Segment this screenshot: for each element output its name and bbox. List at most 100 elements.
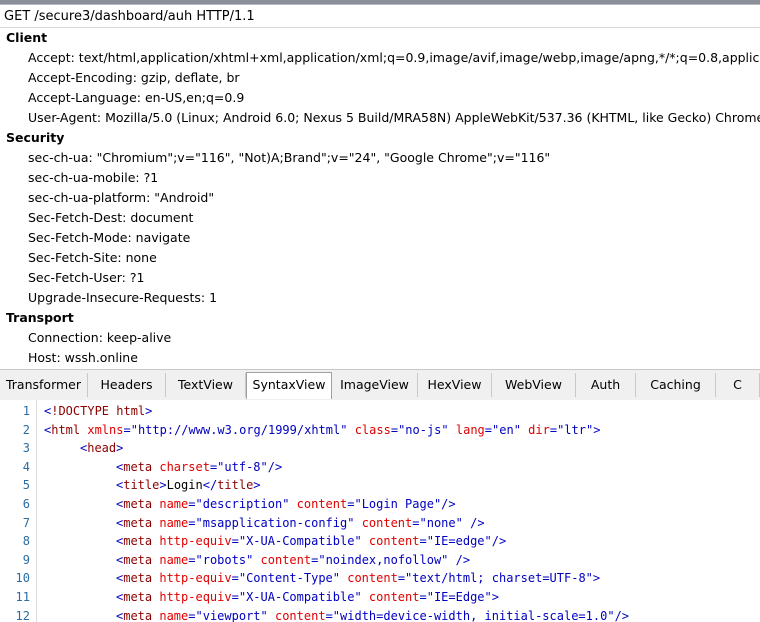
code-token: "X-UA-Compatible" xyxy=(238,534,362,549)
code-token: > xyxy=(145,404,153,418)
code-token: > xyxy=(253,478,261,493)
header-group-client[interactable]: Client xyxy=(0,28,760,48)
code-line[interactable]: <html xmlns="http://www.w3.org/1999/xhtm… xyxy=(44,421,600,439)
code-line[interactable]: <meta http-equiv="X-UA-Compatible" conte… xyxy=(116,532,506,550)
header-entry[interactable]: Connection: keep-alive xyxy=(0,328,760,348)
tab-caching[interactable]: Caching xyxy=(636,373,716,397)
code-token: /> xyxy=(455,552,471,567)
code-token: = xyxy=(412,515,420,530)
header-entry[interactable]: sec-ch-ua-platform: "Android" xyxy=(0,188,760,208)
line-number: 12 xyxy=(15,608,30,622)
tab-textview[interactable]: TextView xyxy=(166,373,246,397)
header-entry[interactable]: Accept: text/html,application/xhtml+xml,… xyxy=(0,48,760,68)
code-line[interactable]: <meta name="description" content="Login … xyxy=(116,495,456,513)
request-line[interactable]: GET /secure3/dashboard/auh HTTP/1.1 xyxy=(0,5,760,28)
code-line[interactable]: <meta name="msapplication-config" conten… xyxy=(116,514,485,532)
syntax-view-editor[interactable]: 1 2 3 4 5 6 7 8 9 10 11 12 <!DOCTYPE html> <html xml… xyxy=(0,400,760,622)
header-group-security[interactable]: Security xyxy=(0,128,760,148)
code-token: = xyxy=(549,422,558,437)
tab-auth[interactable]: Auth xyxy=(576,373,636,397)
code-token: "ltr" xyxy=(557,422,594,437)
code-token: > xyxy=(491,590,499,604)
tab-transformer[interactable]: Transformer xyxy=(0,373,88,397)
line-number: 1 xyxy=(22,404,30,418)
code-token: class xyxy=(354,422,391,437)
code-line[interactable]: <meta http-equiv="X-UA-Compatible" conte… xyxy=(116,588,499,606)
code-token: content xyxy=(368,534,420,549)
code-line[interactable]: <meta name="viewport" content="width=dev… xyxy=(116,607,629,622)
code-token: title xyxy=(217,478,254,493)
header-entry[interactable]: sec-ch-ua-mobile: ?1 xyxy=(0,168,760,188)
code-token: xmlns xyxy=(87,422,124,437)
code-token: = xyxy=(397,571,406,586)
header-entry[interactable]: Accept-Language: en-US,en;q=0.9 xyxy=(0,88,760,108)
code-line[interactable]: <meta name="robots" content="noindex,nof… xyxy=(116,551,470,569)
code-token: meta xyxy=(123,515,160,530)
line-number: 8 xyxy=(22,534,30,549)
tab-hexview[interactable]: HexView xyxy=(418,373,492,397)
code-line[interactable]: <title>Login</title> xyxy=(116,476,261,494)
code-token: content xyxy=(368,590,420,604)
line-number: 4 xyxy=(22,459,30,474)
code-token: /> xyxy=(267,459,283,474)
line-number: 6 xyxy=(22,497,30,511)
code-token: "X-UA-Compatible" xyxy=(238,590,362,604)
code-token: name xyxy=(159,497,189,511)
header-entry[interactable]: Sec-Fetch-Mode: navigate xyxy=(0,228,760,248)
request-headers-pane[interactable]: Client Accept: text/html,application/xhtm… xyxy=(0,28,760,368)
header-entry[interactable]: Sec-Fetch-Site: none xyxy=(0,248,760,268)
header-entry[interactable]: Upgrade-Insecure-Requests: 1 xyxy=(0,288,760,308)
code-token: = xyxy=(419,534,427,549)
code-token: "no-js" xyxy=(398,422,449,437)
code-token: /> xyxy=(491,534,507,549)
code-token: = xyxy=(231,571,239,586)
line-number: 5 xyxy=(22,478,30,493)
header-entry[interactable]: sec-ch-ua: "Chromium";v="116", "Not)A;Br… xyxy=(0,148,760,168)
code-line[interactable]: <!DOCTYPE html> xyxy=(44,402,152,420)
code-token: meta xyxy=(123,590,160,604)
code-token: = xyxy=(188,497,196,511)
code-line[interactable]: <meta http-equiv="Content-Type" content=… xyxy=(116,569,600,587)
code-token: content xyxy=(296,497,348,511)
code-token: head xyxy=(87,441,117,456)
code-token: = xyxy=(231,590,239,604)
header-entry[interactable]: Host: wssh.online xyxy=(0,348,760,368)
code-token: lang xyxy=(455,422,485,437)
tab-imageview[interactable]: ImageView xyxy=(332,373,418,397)
inspector-tab-bar: Transformer Headers TextView SyntaxView Imag… xyxy=(0,369,760,401)
code-token: "robots" xyxy=(195,552,254,567)
code-token: content xyxy=(347,571,398,586)
tab-c[interactable]: C xyxy=(716,373,760,397)
line-number: 3 xyxy=(22,441,30,456)
code-token: "text/html; charset=UTF-8" xyxy=(405,571,593,586)
line-number: 7 xyxy=(22,515,30,530)
tab-webview[interactable]: WebView xyxy=(492,373,576,397)
code-token: "msapplication-config" xyxy=(195,515,355,530)
code-token: name xyxy=(159,515,189,530)
header-entry[interactable]: Sec-Fetch-User: ?1 xyxy=(0,268,760,288)
code-token: "description" xyxy=(195,497,290,511)
code-token: meta xyxy=(123,552,160,567)
tab-syntaxview[interactable]: SyntaxView xyxy=(246,372,332,399)
code-token: meta xyxy=(123,534,160,549)
header-entry[interactable]: Accept-Encoding: gzip, deflate, br xyxy=(0,68,760,88)
header-entry[interactable]: User-Agent: Mozilla/5.0 (Linux; Android … xyxy=(0,108,760,128)
header-group-transport[interactable]: Transport xyxy=(0,308,760,328)
code-token: /> xyxy=(614,608,630,622)
code-token: </ xyxy=(202,478,218,493)
code-token: "Login Page" xyxy=(354,497,442,511)
tab-headers[interactable]: Headers xyxy=(88,373,166,397)
header-entry[interactable]: Sec-Fetch-Dest: document xyxy=(0,208,760,228)
code-token: title xyxy=(123,478,160,493)
code-line[interactable]: <head> xyxy=(80,439,123,457)
code-token: meta xyxy=(123,608,160,622)
code-line[interactable]: <meta charset="utf-8"/> xyxy=(116,458,282,476)
code-token: = xyxy=(484,422,493,437)
code-token: "http://www.w3.org/1999/xhtml" xyxy=(130,422,348,437)
